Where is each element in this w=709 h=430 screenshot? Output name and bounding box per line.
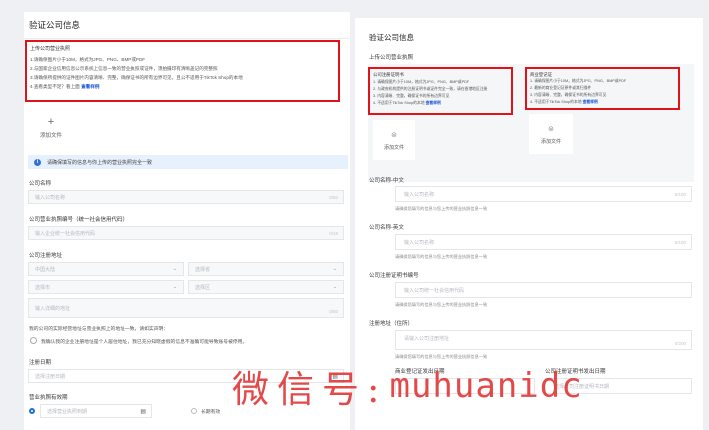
watermark-overlay: 微信号: muhuanidc bbox=[232, 356, 702, 416]
license-line-2: 2.与国家企业信用信息公示系统上信息一致的营业执照或证件，须拍摄印有清晰盖记的完… bbox=[30, 66, 218, 71]
company-name-label: 公司名称 bbox=[29, 181, 52, 187]
br-line-3: 3. 内容清晰、完整，确保证书的所有边界可见 bbox=[530, 93, 607, 97]
cert-requirements: 公司注册证明书 1. 请确保图片小于10M，格式为JPG、PNG、BMP或PDF… bbox=[368, 67, 513, 115]
cert-line-3: 3. 内容清晰、完整，确保证书的所有边界可见 bbox=[373, 94, 450, 98]
cert-no-hint: 请确保您填写的信息与您上传的营业执照信息一致 bbox=[395, 302, 488, 307]
validity-placeholder: 选择营业执照到期 bbox=[47, 408, 88, 415]
detail-address-count: 0/50 bbox=[329, 309, 338, 314]
cert-line-4-text: 4. 不适用于TikTok Shop的本地 bbox=[373, 101, 425, 105]
name-en-count: 0/100 bbox=[674, 239, 686, 245]
license-heading: 上传公司营业执照 bbox=[30, 46, 71, 52]
chevron-down-icon: ⌄ bbox=[332, 266, 337, 272]
company-name-count: 0/50 bbox=[329, 194, 338, 200]
country-select[interactable]: 中国大陆 ⌄ bbox=[28, 262, 184, 276]
license-line-4: 4.查看类型不足？看上面 查看样例 bbox=[30, 84, 99, 90]
reg-address-count: 0/200 bbox=[674, 341, 686, 346]
upload-icon: ⊜ bbox=[391, 131, 397, 139]
cert-line-2: 2. 与政府机构提供的注册证明书或证件完全一致，请在香港地区注册 bbox=[373, 87, 488, 91]
city-placeholder: 选择市 bbox=[35, 284, 51, 291]
name-en-label: 公司名称-英文 bbox=[369, 225, 404, 231]
add-file-label: 添加文件 bbox=[39, 133, 62, 139]
cert-line-4: 4. 不适用于TikTok Shop的本地 查看样例 bbox=[373, 101, 441, 106]
br-add-file-label: 添加文件 bbox=[540, 138, 561, 145]
license-line-3: 3.请确保所提供的证件图片内容清晰、完整，确保证书的所有边界可见，且公不适用于T… bbox=[30, 75, 243, 80]
right-page-title: 验证公司信息 bbox=[369, 33, 414, 42]
cert-add-file-button[interactable]: ⊜ 添加文件 bbox=[373, 120, 415, 160]
name-cn-placeholder: 输入公司名称 bbox=[404, 191, 435, 198]
cert-line-1: 1. 请确保图片小于10M，格式为JPG、PNG、BMP或PDF bbox=[373, 80, 470, 84]
address-label: 公司注册地址 bbox=[29, 253, 63, 259]
reg-address-label: 注册地址（住所） bbox=[369, 321, 414, 327]
country-value: 中国大陆 bbox=[35, 266, 56, 273]
info-icon: i bbox=[34, 158, 41, 166]
left-license-requirements: 上传公司营业执照 1.请确保图片小于10M，格式为JPG、PNG、BMP或PDF… bbox=[25, 40, 340, 102]
reg-date-label: 注册日期 bbox=[29, 360, 52, 366]
detail-address-placeholder: 输入详细的地址 bbox=[35, 305, 71, 312]
province-select[interactable]: 选择省 ⌄ bbox=[188, 262, 344, 276]
province-placeholder: 选择省 bbox=[195, 266, 211, 273]
credit-code-placeholder: 输入企业统一社会信用代码 bbox=[35, 230, 96, 237]
chevron-down-icon: ⌄ bbox=[172, 266, 177, 272]
city-select[interactable]: 选择市 ⌄ bbox=[28, 280, 184, 294]
cert-heading: 公司注册证明书 bbox=[373, 72, 404, 77]
left-page-title: 验证公司信息 bbox=[29, 20, 81, 30]
cert-example-link[interactable]: 查看样例 bbox=[426, 101, 441, 105]
chevron-down-icon: ⌄ bbox=[172, 284, 177, 290]
watermark-id-text: muhuanidc bbox=[389, 366, 583, 406]
long-term-label: 长期有效 bbox=[201, 410, 221, 415]
company-name-placeholder: 输入公司名称 bbox=[35, 194, 66, 201]
name-en-input[interactable]: 输入公司名称 0/100 bbox=[395, 234, 692, 250]
validity-date-picker[interactable]: 选择营业执照到期 ▤ bbox=[40, 404, 152, 418]
plus-icon: + bbox=[47, 116, 55, 128]
br-line-4-text: 4. 不适用于TikTok Shop的本地 bbox=[530, 100, 582, 104]
district-select[interactable]: 选择区 ⌄ bbox=[188, 280, 344, 294]
br-requirements: 商业登记证 1. 请确保图片小于10M，格式为JPG、PNG、BMP或PDF 2… bbox=[525, 67, 680, 110]
license-line-1: 1.请确保图片小于10M，格式为JPG、PNG、BMP或PDF bbox=[30, 57, 146, 62]
cert-no-label: 公司注册证明书编号 bbox=[369, 273, 419, 279]
reg-date-placeholder: 选择注册日期 bbox=[35, 373, 66, 380]
declaration-text: 我的公司的实际经营地址与营业执照上的地址一致，请如实声明： bbox=[29, 327, 169, 332]
reg-address-placeholder: 请输入公司注册地址 bbox=[404, 336, 450, 342]
declaration-checkbox[interactable] bbox=[30, 337, 37, 344]
br-line-4: 4. 不适用于TikTok Shop的本地 查看样例 bbox=[530, 100, 598, 105]
notice-text: 请确保填写的信息与你上传的营业执照完全一致 bbox=[47, 159, 153, 166]
declaration-checkbox-text: 我确认我的企业注册地址是个人居住地址，我已充分知晓虚假的信息不准确可能导致账号被… bbox=[41, 340, 248, 345]
long-term-radio[interactable] bbox=[191, 408, 197, 414]
calendar-icon: ▤ bbox=[140, 408, 146, 415]
name-cn-label: 公司名称-中文 bbox=[369, 178, 404, 184]
credit-code-label: 公司营业执照编号（统一社会信用代码） bbox=[29, 217, 129, 223]
name-en-placeholder: 输入公司名称 bbox=[404, 239, 435, 246]
left-add-file-button[interactable]: + 添加文件 bbox=[26, 108, 76, 148]
cert-no-input[interactable]: 输入公司统一社会信用代码 bbox=[395, 282, 692, 298]
br-line-2: 2. 最新的商业登记证原件或其扫描件 bbox=[530, 86, 592, 90]
validity-label: 营业执照有效期 bbox=[29, 395, 68, 401]
name-cn-input[interactable]: 输入公司名称 0/100 bbox=[395, 186, 692, 202]
credit-code-input[interactable]: 输入企业统一社会信用代码 0/18 bbox=[28, 226, 344, 240]
left-title-divider bbox=[24, 38, 350, 39]
cert-no-placeholder: 输入公司统一社会信用代码 bbox=[404, 287, 465, 294]
br-line-1: 1. 请确保图片小于10M，格式为JPG、PNG、BMP或PDF bbox=[530, 79, 627, 83]
company-name-input[interactable]: 输入公司名称 0/50 bbox=[28, 190, 344, 204]
district-placeholder: 选择区 bbox=[195, 284, 211, 291]
view-example-link[interactable]: 查看样例 bbox=[81, 84, 99, 89]
right-upload-heading: 上传公司营业执照 bbox=[369, 55, 414, 61]
info-notice: i 请确保填写的信息与你上传的营业执照完全一致 bbox=[28, 155, 348, 169]
watermark-cn-text: 微信号: bbox=[232, 368, 388, 411]
name-cn-count: 0/100 bbox=[674, 191, 686, 197]
br-example-link[interactable]: 查看样例 bbox=[583, 100, 598, 104]
reg-address-input[interactable]: 请输入公司注册地址 0/200 bbox=[395, 330, 692, 350]
name-cn-hint: 请确保您填写的信息与您上传的营业执照信息一致 bbox=[395, 206, 488, 211]
chevron-down-icon: ⌄ bbox=[332, 284, 337, 290]
name-en-hint: 请确保您填写的信息与您上传的营业执照信息一致 bbox=[395, 254, 488, 259]
license-line-4-text: 4.查看类型不足？看上面 bbox=[30, 84, 80, 89]
validity-date-radio[interactable] bbox=[29, 408, 35, 414]
credit-code-count: 0/18 bbox=[329, 230, 338, 236]
cert-add-file-label: 添加文件 bbox=[383, 144, 404, 151]
upload-icon: ⊜ bbox=[548, 125, 554, 133]
br-heading: 商业登记证 bbox=[530, 72, 552, 77]
detail-address-input[interactable]: 输入详细的地址 0/50 bbox=[28, 298, 344, 318]
br-add-file-button[interactable]: ⊜ 添加文件 bbox=[529, 114, 573, 154]
